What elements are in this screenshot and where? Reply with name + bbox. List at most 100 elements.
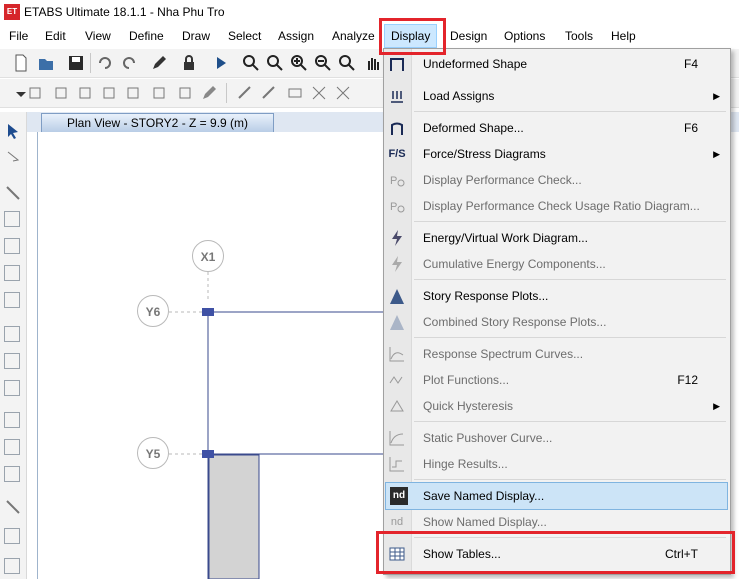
new-file-icon[interactable] — [12, 54, 30, 72]
menu-item-load-assigns[interactable]: Load Assigns ▶ — [384, 83, 730, 109]
draw-wall-tool-icon[interactable] — [4, 353, 20, 369]
menu-bar: File Edit View Define Draw Select Assign… — [0, 24, 739, 48]
grid-bubble-x1: X1 — [192, 240, 224, 272]
cumulative-energy-icon — [392, 256, 402, 272]
show-tables-icon — [389, 547, 405, 561]
menu-item-save-named-display[interactable]: nd Save Named Display... — [385, 482, 728, 510]
menu-separator — [414, 537, 726, 538]
menu-define[interactable]: Define — [129, 25, 164, 47]
zoom-previous-icon[interactable] — [266, 54, 284, 72]
menu-separator — [414, 221, 726, 222]
draw-rectangle-icon[interactable] — [4, 211, 20, 227]
draw-floor-icon[interactable] — [4, 326, 20, 342]
menu-item-shortcut: Ctrl+T — [665, 547, 698, 561]
draw-wall-icon[interactable] — [286, 84, 304, 102]
assign-pencil-icon[interactable] — [200, 84, 218, 102]
menu-design[interactable]: Design — [450, 25, 487, 47]
menu-item-label: Response Spectrum Curves... — [423, 347, 584, 361]
menu-item-quick-hysteresis[interactable]: Quick Hysteresis ▶ — [384, 393, 730, 419]
menu-display[interactable]: Display — [383, 24, 438, 48]
draw-section-cut-icon[interactable] — [4, 558, 20, 574]
menu-item-undeformed-shape[interactable]: Undeformed Shape F4 — [384, 51, 730, 77]
assign-joint-icon[interactable] — [26, 84, 44, 102]
plan-view-tab[interactable]: Plan View - STORY2 - Z = 9.9 (m) — [41, 113, 274, 133]
pan-hand-icon[interactable] — [364, 54, 382, 72]
grid-bubble-y5: Y5 — [137, 437, 169, 469]
pencil-icon[interactable] — [150, 54, 168, 72]
draw-column-icon[interactable] — [4, 238, 20, 254]
menu-item-cumulative-energy[interactable]: Cumulative Energy Components... — [384, 251, 730, 277]
assign-release-icon[interactable] — [176, 84, 194, 102]
draw-cross-icon[interactable] — [310, 84, 328, 102]
menu-item-label: Undeformed Shape — [423, 57, 528, 71]
zoom-in-icon[interactable] — [290, 54, 308, 72]
draw-brace-icon[interactable] — [260, 84, 278, 102]
menu-file[interactable]: File — [9, 25, 28, 47]
menu-separator — [414, 479, 726, 480]
undo-icon[interactable] — [96, 54, 114, 72]
menu-separator — [414, 111, 726, 112]
menu-item-shortcut: F4 — [683, 57, 698, 71]
pointer-select-icon[interactable] — [4, 122, 22, 140]
draw-region-icon[interactable] — [4, 265, 20, 281]
open-file-icon[interactable] — [37, 54, 55, 72]
menu-item-show-named-display[interactable]: nd Show Named Display... — [384, 509, 730, 535]
menu-help[interactable]: Help — [611, 25, 636, 47]
menu-item-label: Cumulative Energy Components... — [423, 257, 606, 271]
menu-item-label: Story Response Plots... — [423, 289, 549, 303]
draw-opening-icon[interactable] — [4, 380, 20, 396]
menu-item-label: Combined Story Response Plots... — [423, 315, 607, 329]
draw-cross-2-icon[interactable] — [334, 84, 352, 102]
run-analysis-icon[interactable] — [212, 54, 230, 72]
draw-support-icon[interactable] — [4, 466, 20, 482]
assign-shell-icon[interactable] — [76, 84, 94, 102]
menu-item-hinge-results[interactable]: Hinge Results... — [384, 451, 730, 477]
menu-item-performance-usage-ratio[interactable]: P Display Performance Check Usage Ratio … — [384, 193, 730, 219]
draw-beam-icon[interactable] — [236, 84, 254, 102]
draw-spring-icon[interactable] — [4, 439, 20, 455]
zoom-window-icon[interactable] — [242, 54, 260, 72]
menu-analyze[interactable]: Analyze — [332, 25, 375, 47]
assign-load-icon[interactable] — [100, 84, 118, 102]
redo-icon[interactable] — [120, 54, 138, 72]
menu-item-static-pushover-curve[interactable]: Static Pushover Curve... — [384, 425, 730, 451]
menu-item-label: Hinge Results... — [423, 457, 508, 471]
menu-item-label: Display Performance Check... — [423, 173, 582, 187]
save-icon[interactable] — [67, 54, 85, 72]
draw-dimension-icon[interactable] — [4, 498, 22, 516]
draw-line-icon[interactable] — [4, 184, 22, 202]
lock-icon[interactable] — [180, 54, 198, 72]
menu-item-energy-virtual-work[interactable]: Energy/Virtual Work Diagram... — [384, 225, 730, 251]
menu-item-plot-functions[interactable]: Plot Functions... F12 — [384, 367, 730, 393]
assign-point-icon[interactable] — [150, 84, 168, 102]
menu-edit[interactable]: Edit — [45, 25, 66, 47]
reshape-icon[interactable] — [4, 150, 22, 168]
menu-draw[interactable]: Draw — [182, 25, 210, 47]
menu-tools[interactable]: Tools — [565, 25, 593, 47]
assign-frame-icon[interactable] — [52, 84, 70, 102]
title-bar: ET ETABS Ultimate 18.1.1 - Nha Phu Tro — [0, 0, 739, 25]
menu-item-combined-story-response[interactable]: Combined Story Response Plots... — [384, 309, 730, 335]
menu-item-force-stress-diagrams[interactable]: F/S Force/Stress Diagrams ▶ — [384, 141, 730, 167]
draw-brace-tool-icon[interactable] — [4, 292, 20, 308]
menu-item-label: Plot Functions... — [423, 373, 510, 387]
submenu-arrow-icon: ▶ — [713, 91, 720, 101]
menu-item-display-performance-check[interactable]: P Display Performance Check... — [384, 167, 730, 193]
menu-item-response-spectrum-curves[interactable]: Response Spectrum Curves... — [384, 341, 730, 367]
draw-link-icon[interactable] — [4, 412, 20, 428]
menu-options[interactable]: Options — [504, 25, 545, 47]
story-response-icon — [390, 289, 404, 304]
menu-item-show-tables[interactable]: Show Tables... Ctrl+T — [384, 541, 730, 567]
zoom-out-icon[interactable] — [314, 54, 332, 72]
menu-view[interactable]: View — [85, 25, 111, 47]
menu-assign[interactable]: Assign — [278, 25, 314, 47]
assign-area-icon[interactable] — [124, 84, 142, 102]
menu-separator — [414, 279, 726, 280]
menu-separator — [414, 337, 726, 338]
pushover-curve-icon — [389, 431, 404, 446]
draw-grid-icon[interactable] — [4, 528, 20, 544]
menu-select[interactable]: Select — [228, 25, 261, 47]
menu-item-deformed-shape[interactable]: Deformed Shape... F6 — [384, 115, 730, 141]
zoom-fit-icon[interactable] — [338, 54, 356, 72]
menu-item-story-response-plots[interactable]: Story Response Plots... — [384, 283, 730, 309]
